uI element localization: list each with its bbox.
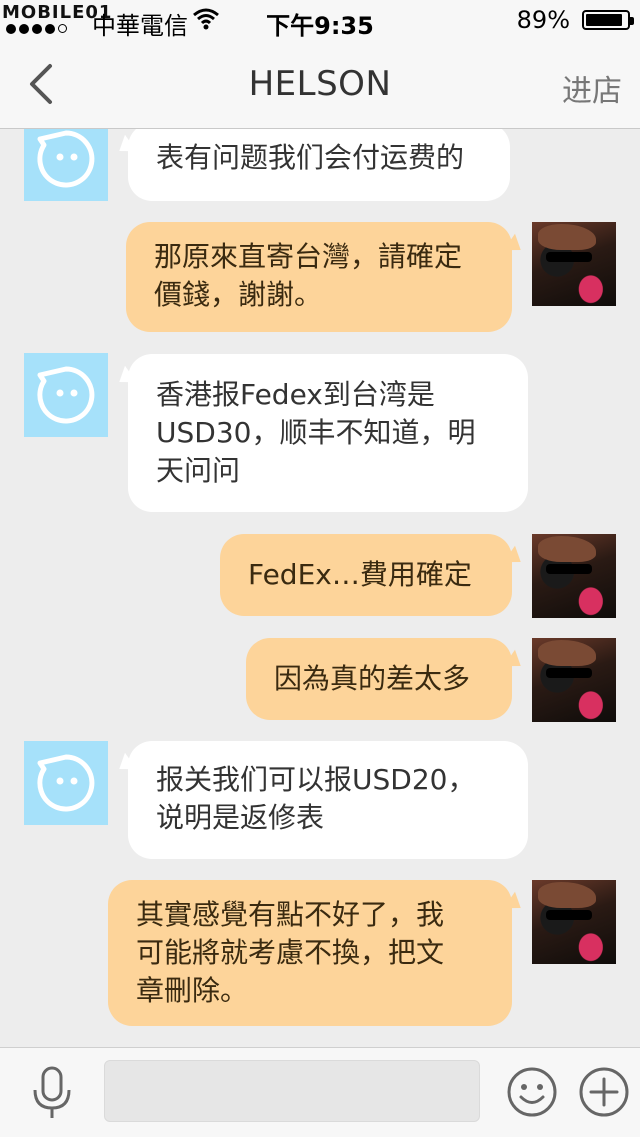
microphone-icon[interactable] <box>30 1066 74 1120</box>
user-avatar[interactable] <box>532 880 616 964</box>
bot-avatar[interactable] <box>24 741 108 825</box>
message-bubble-user[interactable]: 其實感覺有點不好了，我 可能將就考慮不換，把文 章刪除。 <box>108 880 512 1026</box>
bot-avatar[interactable] <box>24 353 108 437</box>
plus-circle-icon[interactable] <box>578 1066 630 1118</box>
bot-avatar[interactable] <box>24 129 108 201</box>
smiley-icon[interactable] <box>506 1066 558 1118</box>
message-text: 香港报Fedex到台湾是 <box>156 378 435 411</box>
message-text: 表有问题我们会付运费的 <box>156 141 465 174</box>
message-input[interactable] <box>104 1060 480 1122</box>
bot-face-icon <box>37 366 95 424</box>
message-text: FedEx…費用確定 <box>248 558 472 591</box>
battery-percent: 89% <box>516 6 570 34</box>
message-bubble-bot[interactable]: 报关我们可以报USD20， 说明是返修表 <box>128 741 528 859</box>
message-text: 價錢，謝謝。 <box>154 278 323 311</box>
message-bubble-user[interactable]: 因為真的差太多 <box>246 638 512 720</box>
message-bubble-user[interactable]: FedEx…費用確定 <box>220 534 512 616</box>
message-text: 其實感覺有點不好了，我 <box>136 898 445 931</box>
chat-area[interactable]: 表有问题我们会付运费的 那原來直寄台灣，請確定 價錢，謝謝。 香港报Fedex到… <box>0 129 640 1047</box>
bot-face-icon <box>37 130 95 188</box>
battery-icon <box>582 10 634 30</box>
bot-face-icon <box>37 754 95 812</box>
message-text: 章刪除。 <box>136 974 249 1007</box>
user-avatar[interactable] <box>532 222 616 306</box>
message-text: 天问问 <box>156 454 241 487</box>
input-bar <box>0 1047 640 1137</box>
message-text: USD30，顺丰不知道，明 <box>156 416 476 449</box>
top-bar: MOBILE01 中華電信 下午9:35 89% HELSON 进店 <box>0 0 640 129</box>
message-bubble-bot[interactable]: 表有问题我们会付运费的 <box>128 129 510 201</box>
message-bubble-bot[interactable]: 香港报Fedex到台湾是 USD30，顺丰不知道，明 天问问 <box>128 354 528 512</box>
user-avatar[interactable] <box>532 534 616 618</box>
message-text: 那原來直寄台灣，請確定 <box>154 240 463 273</box>
message-text: 因為真的差太多 <box>274 662 471 695</box>
page-title: HELSON <box>248 64 392 104</box>
enter-store-button[interactable]: 进店 <box>562 66 622 110</box>
message-bubble-user[interactable]: 那原來直寄台灣，請確定 價錢，謝謝。 <box>126 222 512 332</box>
message-text: 说明是返修表 <box>156 801 325 834</box>
status-bar: MOBILE01 中華電信 下午9:35 89% <box>0 0 640 40</box>
message-text: 可能將就考慮不換，把文 <box>136 936 445 969</box>
message-text: 报关我们可以报USD20， <box>156 763 476 796</box>
user-avatar[interactable] <box>532 638 616 722</box>
